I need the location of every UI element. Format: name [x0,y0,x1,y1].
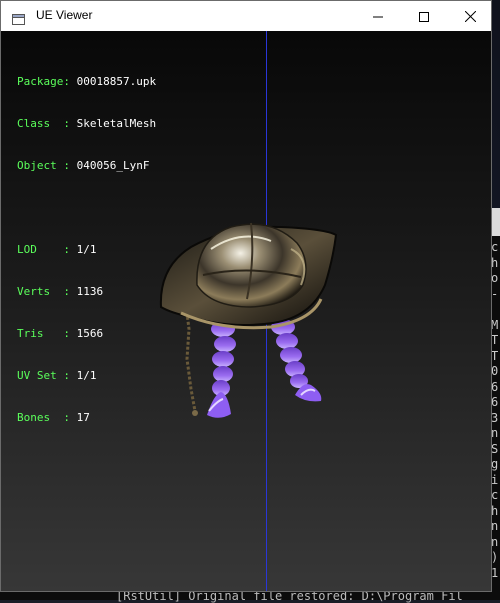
3d-viewport[interactable]: Package: 00018857.upk Class : SkeletalMe… [1,31,491,591]
info-row-lod: LOD : 1/1 [17,243,156,257]
minimize-button[interactable] [355,1,401,31]
console-line: - [491,286,499,301]
console-line: S [491,441,499,456]
info-row-uvset: UV Set : 1/1 [17,369,156,383]
console-line: M [491,317,499,332]
skeletal-mesh-model[interactable] [151,189,351,429]
console-line: h [491,503,499,518]
info-key-verts: Verts [17,285,64,298]
info-row-package: Package: 00018857.upk [17,75,156,89]
background-console-output: cho- M T T 0 6 6 3 n Sg i c h n n) 1 [491,240,498,581]
console-line: n [491,519,499,533]
console-line: T [491,333,499,347]
info-value-verts: 1136 [76,285,104,298]
info-value-bones: 17 [76,411,90,424]
info-row-verts: Verts : 1136 [17,285,156,299]
info-sep: : [63,411,77,424]
info-sep: : [63,327,77,340]
ue-viewer-window[interactable]: UE Viewer Package: 00018857.upk Class: … [0,0,492,592]
info-key-uvset: UV Set [17,369,64,382]
console-line: o [491,271,499,285]
console-line: 3 [491,410,499,425]
info-key-class: Class [17,117,64,130]
info-value-class: SkeletalMesh [76,117,157,130]
console-line: 6 [491,379,499,394]
close-button[interactable] [447,1,493,31]
info-sep: : [63,117,77,130]
title-bar[interactable]: UE Viewer [1,1,491,31]
console-line: h [491,255,499,270]
console-line: ) [491,550,499,564]
window-title: UE Viewer [36,8,93,22]
info-sep: : [63,243,77,256]
console-line: 1 [491,565,499,580]
info-key-tris: Tris [17,327,64,340]
maximize-button[interactable] [401,1,447,31]
info-row-tris: Tris : 1566 [17,327,156,341]
info-row-class: Class : SkeletalMesh [17,117,156,131]
console-line: n [491,426,499,440]
info-sep: : [63,159,77,172]
console-line: g [491,457,499,471]
info-sep: : [63,285,77,298]
info-sep: : [63,369,77,382]
minimize-icon [373,7,383,26]
left-braid [207,321,236,418]
info-key-package: Package [17,75,64,88]
console-line: c [491,240,499,254]
console-line: 6 [491,395,499,409]
info-value-lod: 1/1 [76,243,97,256]
console-line: n [491,534,499,549]
right-braid [271,319,322,402]
console-line: T [491,348,499,363]
info-value-uvset: 1/1 [76,369,97,382]
info-value-tris: 1566 [76,327,104,340]
console-line: c [491,488,499,502]
close-icon [464,7,476,26]
info-key-lod: LOD [17,243,64,256]
info-value-package: 00018857.upk [76,75,157,88]
info-key-object: Object [17,159,64,172]
console-line: 0 [491,364,499,378]
info-key-bones: Bones [17,411,64,424]
info-row-bones: Bones : 17 [17,411,156,425]
console-line: i [491,472,499,487]
mesh-info-overlay: Package: 00018857.upk Class : SkeletalMe… [17,47,156,453]
app-window-icon [12,10,25,25]
maximize-icon [419,7,429,26]
info-row-object: Object : 040056_LynF [17,159,156,173]
info-sep: : [63,75,77,88]
info-value-object: 040056_LynF [76,159,150,172]
